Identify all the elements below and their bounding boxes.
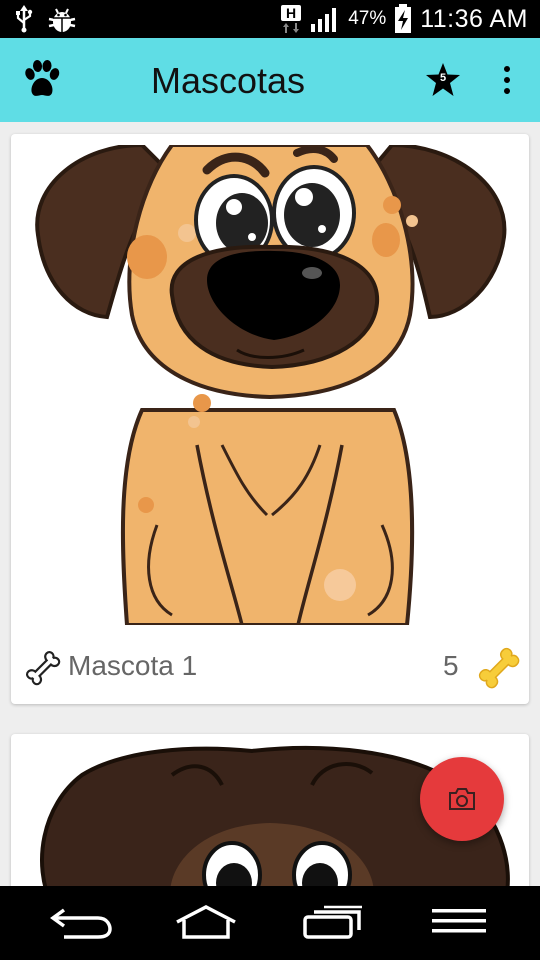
status-bar: H 47% 11:36 AM	[0, 0, 540, 38]
like-count: 5	[443, 650, 459, 681]
back-icon[interactable]	[50, 904, 112, 940]
pet-image-dog-tan	[22, 142, 518, 627]
camera-icon	[449, 788, 475, 810]
card-footer: Mascota 1 5	[11, 634, 529, 704]
signal-icon	[311, 8, 337, 32]
bone-filled-icon[interactable]	[473, 642, 521, 690]
bone-outline-icon[interactable]	[21, 646, 61, 686]
home-icon[interactable]	[174, 904, 238, 940]
svg-text:H: H	[286, 5, 296, 21]
android-debug-icon	[48, 8, 76, 32]
paw-icon[interactable]	[24, 60, 60, 100]
recents-icon[interactable]	[302, 904, 364, 940]
overflow-menu-icon[interactable]	[497, 64, 517, 96]
app-bar: Mascotas 5	[0, 38, 540, 122]
usb-icon	[16, 5, 33, 33]
favorites-count: 5	[439, 72, 447, 84]
camera-fab[interactable]	[420, 757, 504, 841]
clock: 11:36 AM	[420, 4, 528, 33]
pet-card[interactable]: Mascota 1 5	[11, 134, 529, 704]
battery-charging-icon	[395, 4, 412, 33]
battery-percent: 47%	[348, 8, 387, 29]
menu-icon[interactable]	[432, 904, 486, 940]
page-title: Mascotas	[151, 60, 306, 101]
navigation-bar	[0, 886, 540, 960]
favorites-button[interactable]: 5	[425, 62, 461, 98]
h-network-icon: H	[281, 5, 302, 33]
pet-name: Mascota 1	[68, 650, 198, 681]
